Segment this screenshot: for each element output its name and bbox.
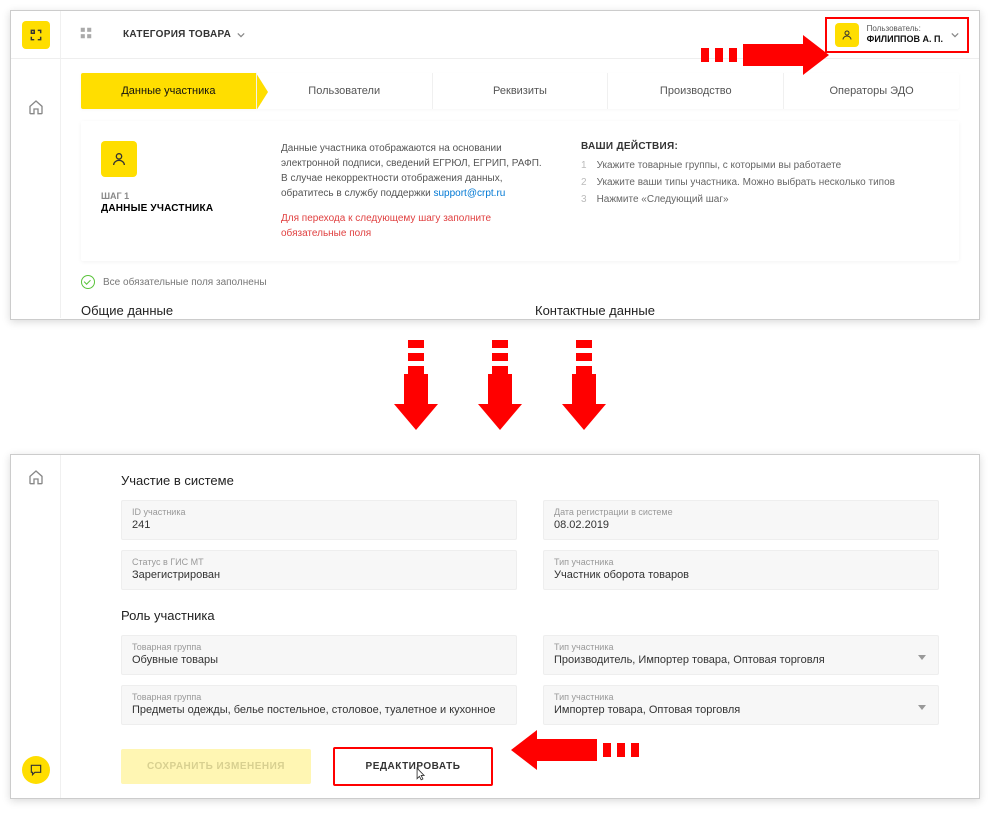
- home-icon[interactable]: [28, 99, 44, 115]
- actions-block: ВАШИ ДЕЙСТВИЯ: 1Укажите товарные группы,…: [581, 141, 939, 241]
- step-number: ШАГ 1: [101, 191, 251, 201]
- edit-button[interactable]: РЕДАКТИРОВАТЬ: [333, 747, 493, 786]
- logo-cell: [11, 11, 61, 58]
- messages-button[interactable]: [22, 756, 50, 784]
- tab-production[interactable]: Производство: [607, 73, 783, 109]
- field-participant-type-1[interactable]: Тип участника Производитель, Импортер то…: [543, 635, 939, 675]
- field-product-group-2: Товарная группа Предметы одежды, белье п…: [121, 685, 517, 725]
- apps-grid-icon[interactable]: [61, 26, 111, 43]
- step-warning: Для перехода к следующему шагу заполните…: [281, 211, 551, 241]
- screenshot-bottom: Участие в системе ID участника 241 Дата …: [10, 454, 980, 799]
- topbar: КАТЕГОРИЯ ТОВАРА Пользователь: ФИЛИППОВ …: [11, 11, 979, 59]
- step-badge: [101, 141, 137, 177]
- step-title: ДАННЫЕ УЧАСТНИКА: [101, 203, 251, 214]
- save-button[interactable]: СОХРАНИТЬ ИЗМЕНЕНИЯ: [121, 749, 311, 784]
- field-status: Статус в ГИС МТ Зарегистрирован: [121, 550, 517, 590]
- tab-requisites[interactable]: Реквизиты: [432, 73, 608, 109]
- logo-icon: [29, 28, 43, 42]
- tab-edo-operators[interactable]: Операторы ЭДО: [783, 73, 959, 109]
- action-item: Нажмите «Следующий шаг»: [597, 194, 729, 205]
- tab-users[interactable]: Пользователи: [256, 73, 432, 109]
- screenshot-top: КАТЕГОРИЯ ТОВАРА Пользователь: ФИЛИППОВ …: [10, 10, 980, 320]
- tab-participant-data[interactable]: Данные участника: [81, 73, 256, 109]
- field-registration-date: Дата регистрации в системе 08.02.2019: [543, 500, 939, 540]
- annotation-arrows-down: [10, 340, 990, 430]
- left-rail: [11, 59, 61, 318]
- support-email-link[interactable]: support@crpt.ru: [433, 188, 505, 199]
- cursor-icon: [413, 765, 427, 786]
- left-rail: [11, 455, 61, 798]
- check-icon: [81, 275, 95, 289]
- field-product-group-1: Товарная группа Обувные товары: [121, 635, 517, 675]
- annotation-arrow-user: [701, 35, 829, 75]
- category-dropdown[interactable]: КАТЕГОРИЯ ТОВАРА: [111, 29, 257, 40]
- action-item: Укажите ваши типы участника. Можно выбра…: [597, 177, 895, 188]
- annotation-arrow-edit: [511, 730, 639, 770]
- chevron-down-icon: [237, 31, 245, 39]
- user-avatar: [835, 23, 859, 47]
- step-description: Данные участника отображаются на основан…: [281, 141, 551, 241]
- category-label: КАТЕГОРИЯ ТОВАРА: [123, 29, 231, 40]
- home-icon[interactable]: [28, 469, 44, 485]
- field-participant-type-2[interactable]: Тип участника Импортер товара, Оптовая т…: [543, 685, 939, 725]
- user-text: Пользователь: ФИЛИППОВ А. П.: [867, 24, 943, 44]
- chevron-down-icon: [951, 31, 959, 39]
- person-icon: [111, 151, 127, 167]
- status-line: Все обязательные поля заполнены: [81, 275, 959, 289]
- tabs: Данные участника Пользователи Реквизиты …: [81, 73, 959, 109]
- field-participant-id: ID участника 241: [121, 500, 517, 540]
- section-general-heading: Общие данные: [81, 303, 505, 318]
- section-contact-heading: Контактные данные: [535, 303, 959, 318]
- role-heading: Роль участника: [121, 608, 939, 623]
- step-card: ШАГ 1 ДАННЫЕ УЧАСТНИКА Данные участника …: [81, 121, 959, 261]
- field-participant-type: Тип участника Участник оборота товаров: [543, 550, 939, 590]
- action-item: Укажите товарные группы, с которыми вы р…: [597, 160, 842, 171]
- app-logo[interactable]: [22, 21, 50, 49]
- person-icon: [841, 29, 853, 41]
- actions-title: ВАШИ ДЕЙСТВИЯ:: [581, 141, 939, 152]
- chat-icon: [29, 763, 43, 777]
- user-menu[interactable]: Пользователь: ФИЛИППОВ А. П.: [825, 17, 969, 53]
- participation-heading: Участие в системе: [121, 473, 939, 488]
